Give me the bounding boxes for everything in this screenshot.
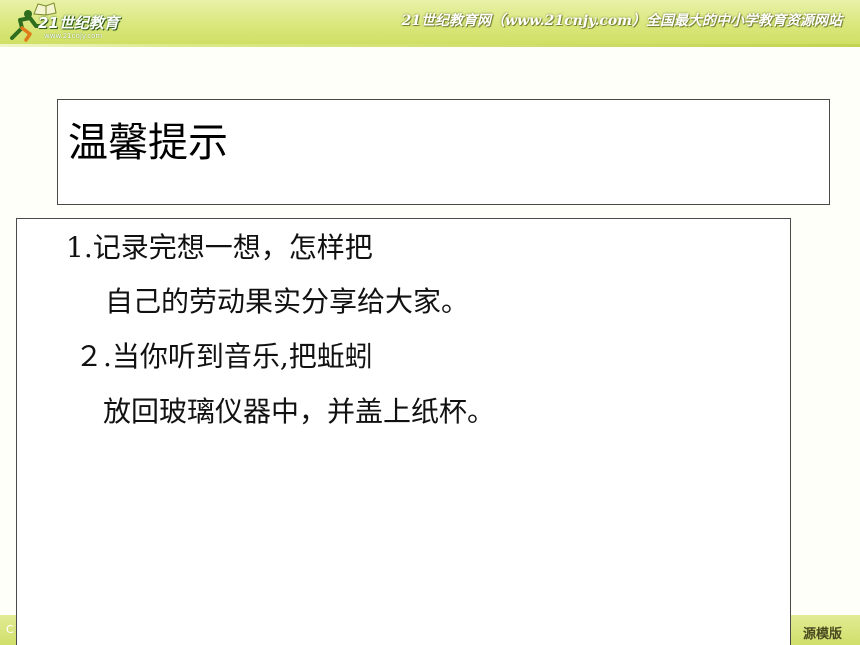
content-box: 1.记录完想一想，怎样把 自己的劳动果实分享给大家。 ２.当你听到音乐,把蚯蚓 … (16, 218, 791, 645)
content-line-4: 放回玻璃仪器中，并盖上纸杯。 (103, 395, 496, 428)
logo-text: 21世纪教育 (38, 14, 119, 32)
content-line-2: 自己的劳动果实分享给大家。 (105, 285, 470, 318)
footer-right-text: 源模版 (802, 627, 842, 642)
slide-title: 温馨提示 (68, 120, 228, 166)
header-banner: 21世纪教育 www.21cnjy.com 21世纪教育网（www.21cnjy… (0, 0, 860, 46)
site-logo[interactable]: 21世纪教育 www.21cnjy.com (4, 2, 154, 42)
header-slogan: 21世纪教育网（www.21cnjy.com）全国最大的中小学教育资源网站 (401, 13, 842, 29)
footer-left-text: C (6, 623, 14, 636)
title-box: 温馨提示 (57, 99, 830, 205)
content-line-3: ２.当你听到音乐,把蚯蚓 (75, 340, 373, 373)
logo-url: www.21cnjy.com (44, 32, 103, 40)
content-line-1: 1.记录完想一想，怎样把 (66, 231, 373, 264)
header-divider (0, 44, 860, 47)
